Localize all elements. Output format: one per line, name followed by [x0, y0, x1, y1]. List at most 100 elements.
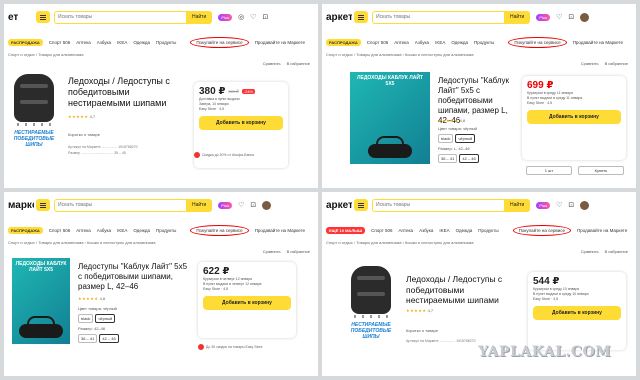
compare-link[interactable]: Сравнить — [263, 249, 281, 254]
find-button[interactable]: Найти — [186, 198, 213, 212]
breadcrumb[interactable]: Спорт и отдых › Товары для альпинизма — [8, 52, 83, 57]
buy-now-button[interactable]: Купить — [578, 166, 624, 175]
buy-on-service-link[interactable]: Покупайте на сервисе — [512, 225, 571, 236]
heart-icon[interactable]: ♡ — [556, 201, 562, 209]
nav-item[interactable]: Азбука — [419, 228, 433, 233]
nav-promo[interactable]: ЕЩЁ 10 МАЛЫШ — [326, 227, 366, 234]
avatar[interactable] — [580, 12, 590, 22]
nav-item[interactable]: Спорт 506 — [371, 228, 392, 233]
color-chip[interactable]: чёрный — [95, 314, 116, 323]
nav-item[interactable]: Продукты — [478, 228, 498, 233]
nav-item[interactable]: Азбука — [97, 40, 111, 45]
color-chip[interactable]: чёрный — [455, 134, 476, 143]
nav-item[interactable]: Аптека — [76, 228, 91, 233]
catalog-button[interactable] — [354, 199, 368, 211]
plus-badge[interactable]: Plus — [218, 13, 233, 21]
compare-link[interactable]: Сравнить — [581, 249, 599, 254]
nav-item[interactable]: Продукты — [156, 228, 176, 233]
color-chip[interactable]: black — [438, 134, 454, 143]
size-chip[interactable]: 36 – 41 — [438, 154, 458, 163]
product-image[interactable]: НЕСТИРАЕМЫЕ ПОБЕДИТОВЫЕ ШИПЫ — [8, 74, 60, 170]
avatar[interactable] — [262, 200, 272, 210]
nav-item[interactable]: Азбука — [415, 40, 429, 45]
catalog-button[interactable] — [36, 199, 50, 211]
nav-item[interactable]: Одежда — [133, 228, 150, 233]
buy-on-service-link[interactable]: Покупайте на сервисе — [190, 225, 249, 236]
compare-link[interactable]: Сравнить — [581, 61, 599, 66]
quantity-stepper[interactable]: 1 шт — [526, 166, 572, 175]
logo[interactable]: аркет — [326, 200, 352, 211]
buy-on-service-link[interactable]: Покупайте на сервисе — [508, 37, 567, 48]
favorite-link[interactable]: В избранное — [287, 249, 310, 254]
avatar[interactable] — [580, 200, 590, 210]
rating[interactable]: ★★★★★ 4,8 — [78, 296, 105, 301]
cart-icon[interactable]: ⊡ — [568, 13, 574, 21]
breadcrumb[interactable]: Спорт и отдых › Товары для альпинизма › … — [326, 240, 473, 245]
bell-icon[interactable]: ◎ — [238, 13, 244, 21]
favorite-link[interactable]: В избранное — [605, 249, 628, 254]
sell-on-market-link[interactable]: Продавайте на Маркете — [255, 228, 305, 233]
heart-icon[interactable]: ♡ — [250, 13, 256, 21]
nav-item[interactable]: IKEA — [117, 228, 127, 233]
search-input[interactable] — [376, 202, 504, 208]
nav-item[interactable]: Одежда — [133, 40, 150, 45]
cart-icon[interactable]: ⊡ — [250, 201, 256, 209]
search-input[interactable] — [376, 14, 504, 20]
plus-badge[interactable]: Plus — [218, 201, 233, 209]
nav-item[interactable]: IKEA — [435, 40, 445, 45]
plus-badge[interactable]: Plus — [536, 13, 551, 21]
logo[interactable]: ет — [8, 12, 34, 23]
sell-on-market-link[interactable]: Продавайте на Маркете — [255, 40, 305, 45]
favorite-link[interactable]: В избранное — [605, 61, 628, 66]
nav-item[interactable]: Аптека — [394, 40, 409, 45]
nav-item[interactable]: Спорт 506 — [49, 40, 70, 45]
coupon-offer[interactable]: Скидка до 30% от Альфа-Банка — [194, 152, 254, 158]
nav-item[interactable]: IKEA — [439, 228, 449, 233]
product-image[interactable]: ЛЕДОХОДЫ КАБЛУК ЛАЙТ 5Х5 — [350, 72, 430, 164]
nav-promo[interactable]: РАСПРОДАЖА — [8, 39, 43, 46]
breadcrumb[interactable]: Спорт и отдых › Товары для альпинизма › … — [8, 240, 155, 245]
plus-badge[interactable]: Plus — [536, 201, 551, 209]
logo[interactable]: маркет — [8, 200, 34, 211]
nav-promo[interactable]: РАСПРОДАЖА — [8, 227, 43, 234]
nav-item[interactable]: Аптека — [76, 40, 91, 45]
rating[interactable]: ★★★★★ 4,7 — [68, 114, 95, 119]
nav-item[interactable]: Азбука — [97, 228, 111, 233]
breadcrumb[interactable]: Спорт и отдых › Товары для альпинизма › … — [326, 52, 473, 57]
cart-icon[interactable]: ⊡ — [568, 201, 574, 209]
nav-item[interactable]: Спорт 506 — [49, 228, 70, 233]
nav-promo[interactable]: РАСПРОДАЖА — [326, 39, 361, 46]
nav-item[interactable]: Аптека — [399, 228, 414, 233]
seller[interactable]: Easy Store · 4,5 — [527, 101, 621, 106]
size-chip[interactable]: 42 – 46 — [459, 154, 479, 163]
heart-icon[interactable]: ♡ — [556, 13, 562, 21]
search-box[interactable] — [54, 10, 186, 24]
product-image[interactable]: ЛЕДОХОДЫ КАБЛУК ЛАЙТ 5Х5 — [12, 258, 70, 344]
compare-link[interactable]: Сравнить — [263, 61, 281, 66]
nav-item[interactable]: Одежда — [451, 40, 468, 45]
search-box[interactable] — [372, 10, 504, 24]
seller[interactable]: Easy Store · 4,5 — [199, 107, 283, 112]
add-to-cart-button[interactable]: Добавить в корзину — [199, 116, 283, 130]
sell-on-market-link[interactable]: Продавайте на Маркете — [573, 40, 623, 45]
find-button[interactable]: Найти — [186, 10, 213, 24]
nav-item[interactable]: Спорт 506 — [367, 40, 388, 45]
catalog-button[interactable] — [36, 11, 50, 23]
find-button[interactable]: Найти — [504, 198, 531, 212]
size-chip[interactable]: 42 – 46 — [99, 334, 119, 343]
coupon-offer[interactable]: До 30 скидок на товары Easy Store — [198, 344, 263, 350]
rating[interactable]: ★★★★★ 4,7 — [406, 308, 433, 313]
seller[interactable]: Easy Store · 4,5 — [533, 297, 621, 302]
add-to-cart-button[interactable]: Добавить в корзину — [533, 306, 621, 320]
product-image[interactable]: НЕСТИРАЕМЫЕ ПОБЕДИТОВЫЕ ШИПЫ — [344, 266, 398, 366]
seller[interactable]: Easy Store · 4,5 — [203, 287, 291, 292]
nav-item[interactable]: Одежда — [456, 228, 473, 233]
search-box[interactable] — [54, 198, 186, 212]
sell-on-market-link[interactable]: Продавайте на Маркете — [577, 228, 627, 233]
heart-icon[interactable]: ♡ — [238, 201, 244, 209]
add-to-cart-button[interactable]: Добавить в корзину — [527, 110, 621, 124]
buy-on-service-link[interactable]: Покупайте на сервисе — [190, 37, 249, 48]
add-to-cart-button[interactable]: Добавить в корзину — [203, 296, 291, 310]
search-input[interactable] — [58, 202, 186, 208]
cart-icon[interactable]: ⊡ — [262, 13, 268, 21]
